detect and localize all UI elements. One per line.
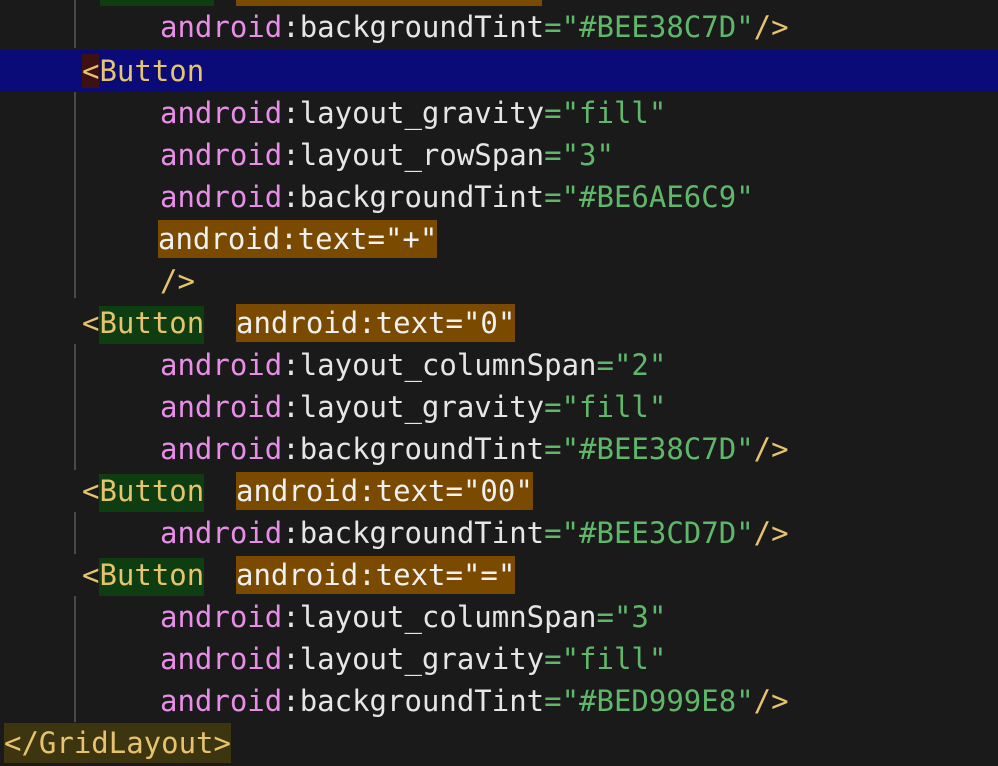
code-line[interactable]: android:layout_gravity="fill" <box>0 386 998 428</box>
code-line[interactable]: android:layout_rowSpan="3" <box>0 134 998 176</box>
attribute-namespace: android <box>160 432 283 466</box>
text-attribute-highlight: android:text="+" <box>158 220 438 258</box>
code-line[interactable]: android:layout_gravity="fill" <box>0 92 998 134</box>
code-line[interactable]: android:backgroundTint="#BED999E8"/> <box>0 680 998 722</box>
attribute-namespace: android <box>160 600 283 634</box>
self-close: /> <box>753 432 789 466</box>
attribute-value: "fill" <box>561 642 667 676</box>
attribute-value: "fill" <box>561 96 667 130</box>
code-line[interactable]: <Button android:text="00" <box>0 470 998 512</box>
attribute-value: "3" <box>561 138 614 172</box>
self-close: /> <box>753 10 789 44</box>
code-line[interactable]: android:text="+" <box>0 218 998 260</box>
attribute-name: layout_gravity <box>299 390 545 424</box>
attribute-name: layout_columnSpan <box>299 600 597 634</box>
tag-open-bracket: < <box>82 306 100 340</box>
tag-open-bracket: < <box>82 54 100 88</box>
code-line[interactable]: android:layout_gravity="fill" <box>0 638 998 680</box>
attribute-namespace: android <box>160 516 283 550</box>
attribute-name: layout_gravity <box>299 642 545 676</box>
self-close: /> <box>160 264 195 298</box>
attribute-namespace: android <box>160 180 283 214</box>
code-line[interactable]: android:layout_columnSpan="2" <box>0 344 998 386</box>
attribute-name: layout_columnSpan <box>299 348 597 382</box>
code-line[interactable]: android:layout_columnSpan="3" <box>0 596 998 638</box>
attribute-value: "#BEE38C7D" <box>561 432 754 466</box>
attribute-value: "fill" <box>561 390 667 424</box>
code-line[interactable]: <Button android:text="=" <box>0 554 998 596</box>
attribute-namespace: android <box>160 138 283 172</box>
text-attribute-highlight: android:text="=" <box>236 556 516 594</box>
tag-name: Button <box>99 306 205 344</box>
text-attribute-highlight: android:text="00" <box>236 472 533 510</box>
code-line[interactable]: <Button android:text="0" <box>0 302 998 344</box>
attribute-name: backgroundTint <box>299 180 545 214</box>
attribute-namespace: android <box>160 348 283 382</box>
attribute-value: "#BED999E8" <box>561 684 754 718</box>
attribute-name: backgroundTint <box>299 10 545 44</box>
attribute-value: "2" <box>613 348 667 382</box>
code-editor[interactable]: android:backgroundTint="#BEE38C7D"/> <Bu… <box>0 0 998 766</box>
closing-tag: </GridLayout> <box>4 723 231 763</box>
code-line[interactable]: android:backgroundTint="#BE6AE6C9" <box>0 176 998 218</box>
code-line[interactable]: android:backgroundTint="#BEE38C7D"/> <box>0 6 998 48</box>
attribute-namespace: android <box>160 684 283 718</box>
attribute-namespace: android <box>160 642 283 676</box>
attribute-namespace: android <box>160 96 283 130</box>
code-line[interactable]: android:backgroundTint="#BEE3CD7D"/> <box>0 512 998 554</box>
attribute-name: backgroundTint <box>299 432 545 466</box>
attribute-name: backgroundTint <box>299 516 545 550</box>
attribute-namespace: android <box>160 390 283 424</box>
tag-name: Button <box>99 54 205 88</box>
attribute-name: layout_rowSpan <box>299 138 545 172</box>
attribute-name: layout_gravity <box>299 96 545 130</box>
attribute-value: "3" <box>613 600 667 634</box>
attribute-value: "#BE6AE6C9" <box>561 180 754 214</box>
text-attribute-highlight: android:text="0" <box>236 304 516 342</box>
tag-name: Button <box>99 558 205 596</box>
attribute-value: "#BEE3CD7D" <box>561 516 754 550</box>
self-close: /> <box>753 684 789 718</box>
code-line[interactable]: </GridLayout> <box>0 722 998 764</box>
tag-open-bracket: < <box>82 474 100 508</box>
tag-open-bracket: < <box>82 558 100 592</box>
attribute-name: backgroundTint <box>299 684 545 718</box>
attribute-value: "#BEE38C7D" <box>561 10 754 44</box>
current-line[interactable]: <Button <box>0 50 998 92</box>
tag-name: Button <box>99 474 205 512</box>
code-line[interactable]: android:backgroundTint="#BEE38C7D"/> <box>0 428 998 470</box>
self-close: /> <box>753 516 789 550</box>
attribute-namespace: android <box>160 10 283 44</box>
code-line[interactable]: /> <box>0 260 998 302</box>
